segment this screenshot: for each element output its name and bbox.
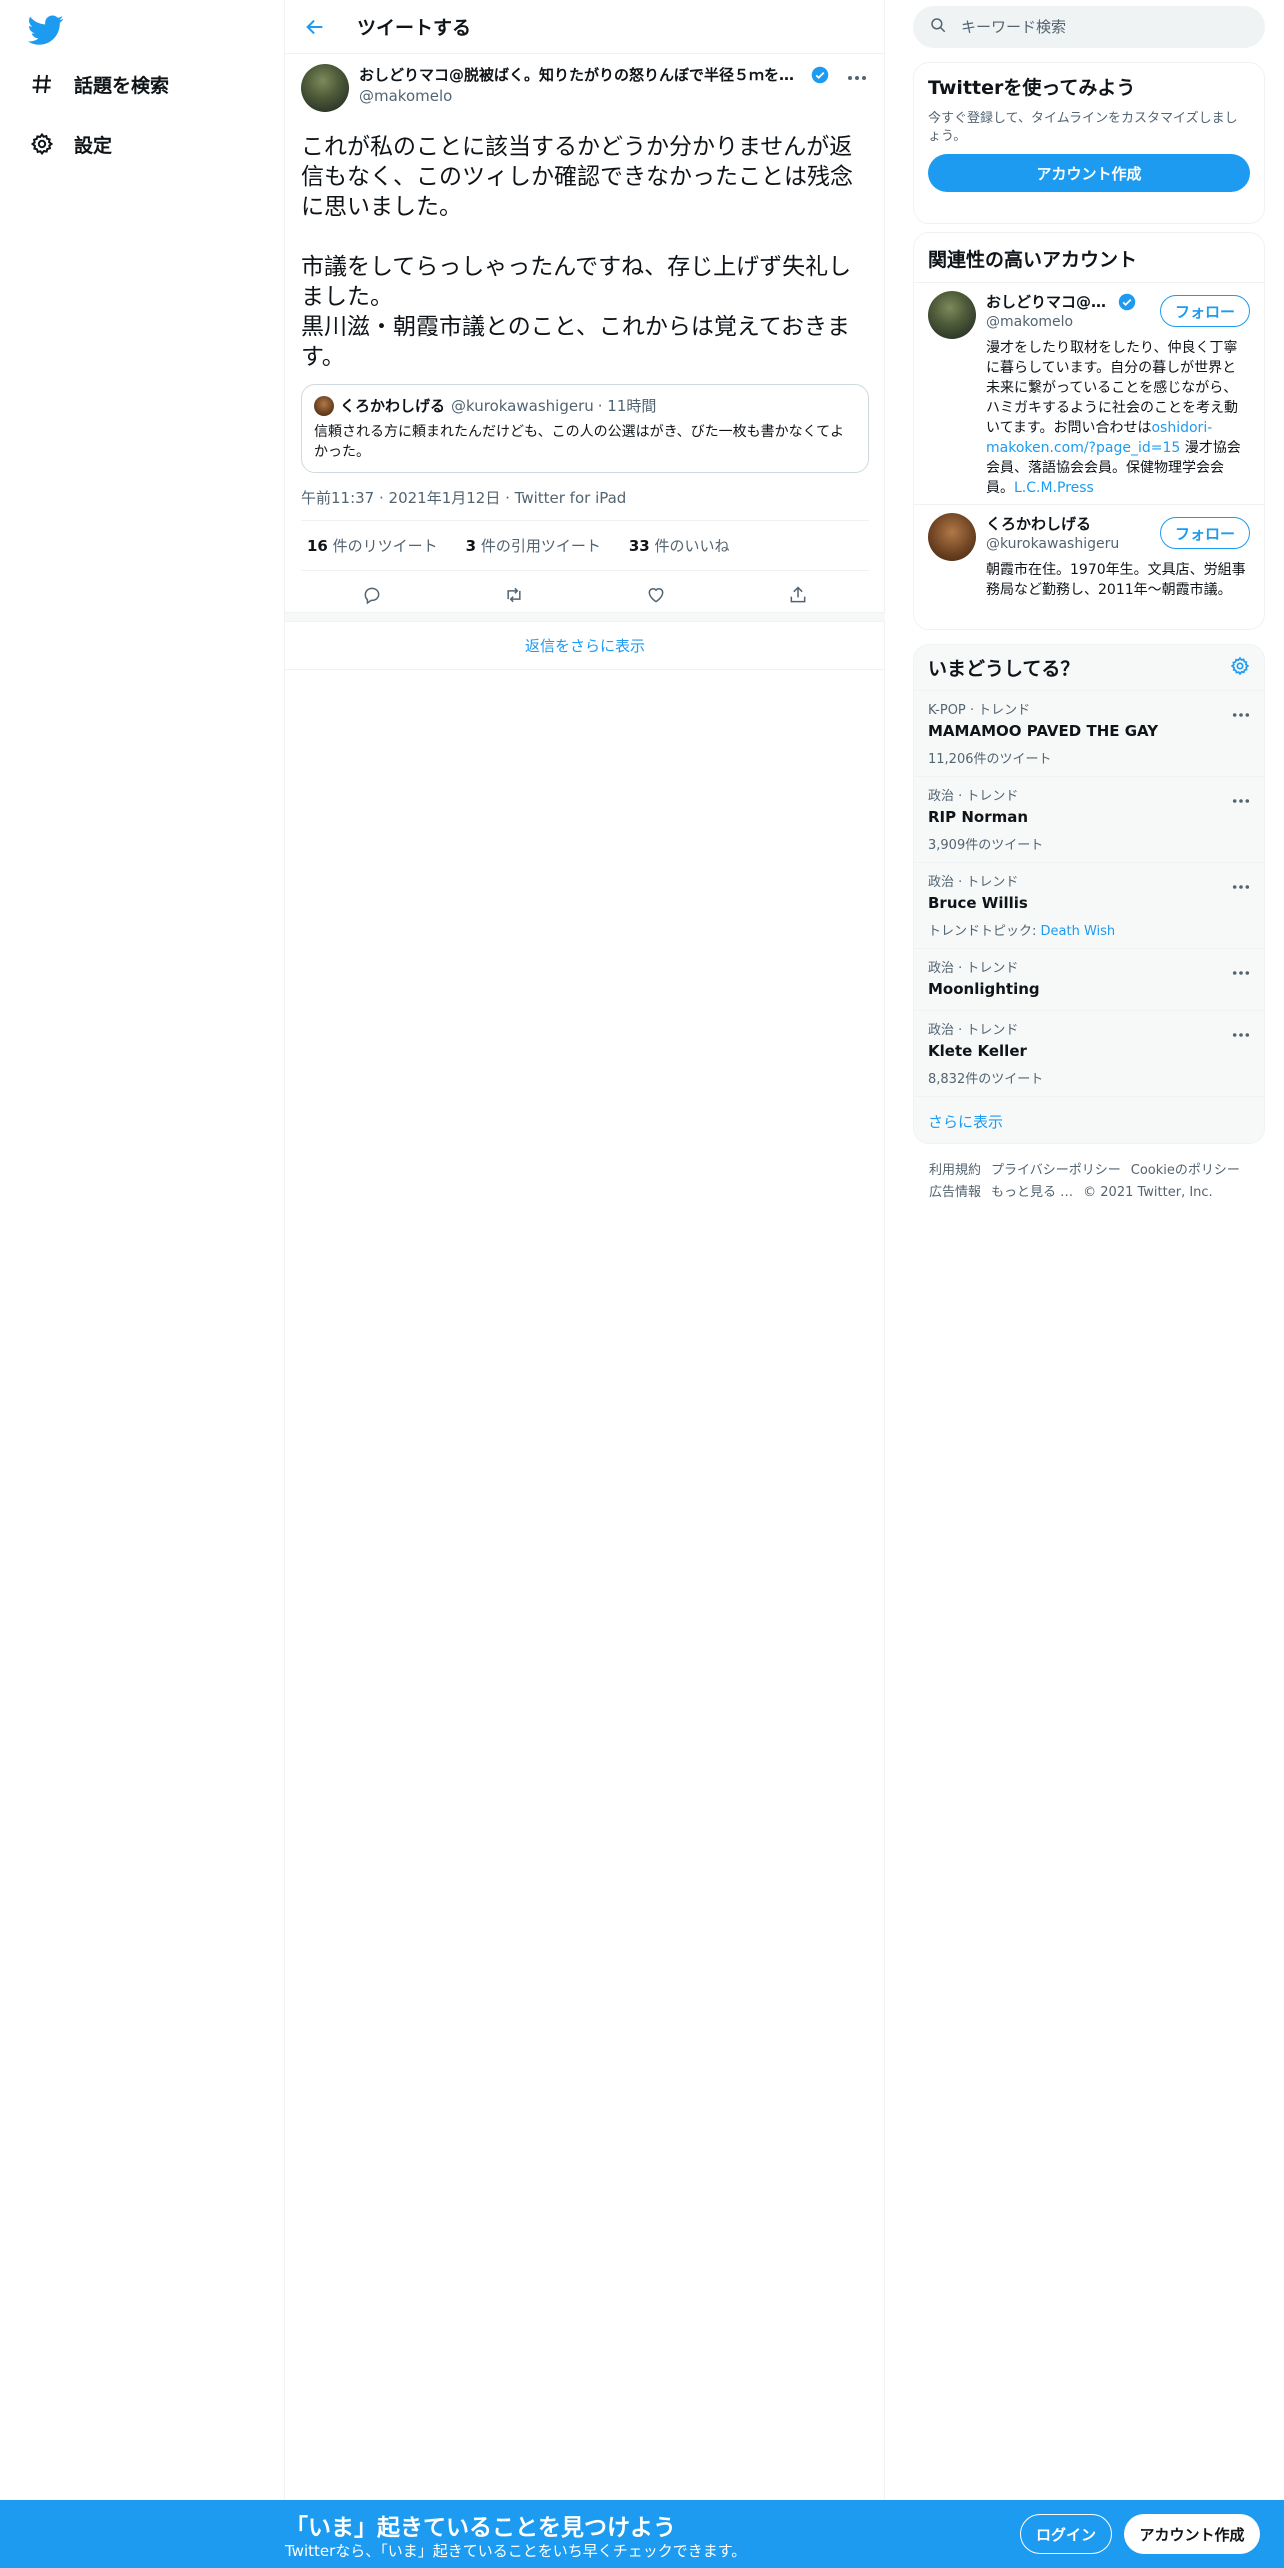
trend-count: 3,909件のツイート: [928, 838, 1044, 853]
quoted-tweet[interactable]: くろかわしげる @kurokawashigeru · 11時間 信頼される方に頼…: [301, 384, 869, 473]
account-name[interactable]: おしどりマコ@脱…: [986, 291, 1114, 312]
related-account[interactable]: くろかわしげる @kurokawashigeru 朝霞市在住。1970年生。文具…: [914, 505, 1264, 627]
quote-avatar: [314, 395, 334, 416]
tweet-author: おしどりマコ@脱被ばく。知りたがりの怒りんぼで半径５ｍを変… @makomelo: [301, 64, 869, 116]
related-title: 関連性の高いアカウント: [914, 233, 1264, 283]
signup-title: Twitterを使ってみよう: [928, 77, 1136, 99]
more-options-icon[interactable]: [1232, 875, 1250, 894]
login-button[interactable]: ログイン: [1020, 2514, 1112, 2554]
trends-card: いまどうしてる？ K-POP · トレンド MAMAMOO PAVED THE …: [913, 644, 1265, 1144]
nav-settings[interactable]: 設定: [28, 124, 112, 164]
avatar[interactable]: [928, 291, 976, 339]
trend-item[interactable]: 政治 · トレンド Moonlighting: [914, 949, 1264, 1011]
quote-author-handle: @kurokawashigeru: [451, 396, 594, 415]
trend-item[interactable]: 政治 · トレンド RIP Norman 3,909件のツイート: [914, 777, 1264, 863]
divider: [285, 612, 885, 622]
trend-name: Moonlighting: [928, 980, 1040, 998]
more-options-icon[interactable]: [1232, 961, 1250, 980]
trend-context: 政治 · トレンド: [928, 1023, 1019, 1038]
quote-time: · 11時間: [597, 397, 657, 415]
signup-card: Twitterを使ってみよう 今すぐ登録して、タイムラインをカスタマイズしましょ…: [913, 62, 1265, 224]
footer-link[interactable]: 広告情報: [929, 1185, 981, 1200]
trend-count: 8,832件のツイート: [928, 1072, 1044, 1087]
related-accounts-card: 関連性の高いアカウント おしどりマコ@脱… @makomelo 漫才をしたり取材…: [913, 232, 1265, 630]
author-name[interactable]: おしどりマコ@脱被ばく。知りたがりの怒りんぼで半径５ｍを変…: [359, 64, 807, 85]
bio-link[interactable]: L.C.M.Press: [1014, 480, 1094, 496]
bottom-bar-subtitle: Twitterなら、「いま」起きていることをいち早くチェックできます。: [285, 2542, 747, 2560]
like-count[interactable]: 33 件のいいね: [629, 535, 730, 556]
author-handle[interactable]: @makomelo: [359, 87, 829, 105]
more-options-icon[interactable]: [1232, 703, 1250, 722]
quote-author-name: くろかわしげる: [340, 397, 446, 415]
trend-count: 11,206件のツイート: [928, 752, 1052, 767]
footer-link[interactable]: もっと見る …: [991, 1185, 1073, 1200]
footer-links: 利用規約 プライバシーポリシー Cookieのポリシー 広告情報 もっと見る … © 2…: [929, 1160, 1259, 1204]
related-account[interactable]: おしどりマコ@脱… @makomelo 漫才をしたり取材をしたり、仲良く丁寧に暮…: [914, 283, 1264, 505]
tweet-detail: おしどりマコ@脱被ばく。知りたがりの怒りんぼで半径５ｍを変… @makomelo…: [285, 54, 885, 619]
retweet-icon[interactable]: [496, 577, 532, 613]
tweet-text: これが私のことに該当するかどうか分かりませんが返信もなく、このツィしか確認できな…: [301, 134, 853, 370]
footer-link[interactable]: 利用規約: [929, 1163, 981, 1178]
trend-context: 政治 · トレンド: [928, 875, 1019, 890]
trend-item[interactable]: K-POP · トレンド MAMAMOO PAVED THE GAY 11,20…: [914, 691, 1264, 777]
account-bio: 朝霞市在住。1970年生。文具店、労組事務局など勤務し、2011年～朝霞市議。: [986, 562, 1246, 598]
settings-gear-icon[interactable]: [1230, 656, 1250, 680]
account-bio: 漫才をしたり取材をしたり、仲良く丁寧に暮らしています。自分の暮しが世界と未来に繋…: [986, 340, 1241, 496]
signup-button[interactable]: アカウント作成: [1124, 2514, 1260, 2554]
search-icon: [929, 16, 947, 38]
search-box[interactable]: [913, 6, 1265, 48]
back-arrow-icon[interactable]: [297, 9, 333, 45]
like-icon[interactable]: [638, 577, 674, 613]
trend-name: MAMAMOO PAVED THE GAY: [928, 722, 1159, 740]
share-icon[interactable]: [780, 577, 816, 613]
trends-title: いまどうしてる？: [928, 658, 1080, 680]
search-input[interactable]: [961, 18, 1241, 36]
create-account-button[interactable]: アカウント作成: [928, 154, 1250, 192]
trend-name: Klete Keller: [928, 1042, 1027, 1060]
tweet-timestamp[interactable]: 午前11:37 · 2021年1月12日 · Twitter for iPad: [301, 487, 869, 521]
trend-topic-link[interactable]: Death Wish: [1041, 924, 1116, 939]
trends-show-more-link[interactable]: さらに表示: [914, 1097, 1264, 1143]
more-options-icon[interactable]: [1232, 1023, 1250, 1042]
trend-name: RIP Norman: [928, 808, 1029, 826]
signup-subtitle: 今すぐ登録して、タイムラインをカスタマイズしましょう。: [928, 111, 1238, 144]
avatar[interactable]: [928, 513, 976, 561]
trend-context: K-POP · トレンド: [928, 703, 1031, 718]
gear-icon: [28, 130, 56, 158]
trend-context: 政治 · トレンド: [928, 789, 1019, 804]
main-column: ツイートする おしどりマコ@脱被ばく。知りたがりの怒りんぼで半径５ｍを変… @m…: [285, 0, 885, 2500]
verified-badge-icon: [811, 66, 829, 83]
trend-name: Bruce Willis: [928, 894, 1028, 912]
account-name[interactable]: くろかわしげる: [986, 513, 1091, 534]
quote-count[interactable]: 3 件の引用ツイート: [466, 535, 601, 556]
page-title: ツイートする: [357, 17, 472, 39]
more-options-icon[interactable]: [1232, 789, 1250, 808]
trend-item[interactable]: 政治 · トレンド Bruce Willis トレンドトピック: Death W…: [914, 863, 1264, 949]
left-nav: 話題を検索 設定: [0, 0, 285, 2500]
twitter-bird-icon[interactable]: [27, 12, 64, 48]
nav-explore-label: 話題を検索: [74, 74, 170, 97]
main-header: ツイートする: [285, 0, 885, 54]
footer-link[interactable]: プライバシーポリシー: [991, 1163, 1121, 1178]
tweet-stats: 16 件のリツイート 3 件の引用ツイート 33 件のいいね: [301, 521, 869, 571]
more-options-icon[interactable]: [845, 68, 869, 88]
reply-icon[interactable]: [354, 577, 390, 613]
avatar[interactable]: [301, 64, 349, 112]
retweet-count[interactable]: 16 件のリツイート: [307, 535, 438, 556]
bottom-signup-bar: 「いま」起きていることを見つけよう Twitterなら、「いま」起きていることを…: [0, 2500, 1284, 2568]
bottom-bar-title: 「いま」起きていることを見つけよう: [285, 2515, 676, 2541]
hashtag-icon: [28, 70, 56, 98]
trend-topic: トレンドトピック: Death Wish: [928, 924, 1116, 939]
trend-context: 政治 · トレンド: [928, 961, 1019, 976]
quote-text: 信頼される方に頼まれたんだけども、この人の公選はがき、びた一枚も書かなくてよかっ…: [314, 424, 845, 460]
show-more-replies-link[interactable]: 返信をさらに表示: [285, 622, 885, 670]
footer-link[interactable]: Cookieのポリシー: [1131, 1163, 1240, 1178]
follow-button[interactable]: フォロー: [1159, 517, 1250, 549]
nav-explore[interactable]: 話題を検索: [28, 64, 169, 104]
nav-settings-label: 設定: [74, 134, 113, 157]
trend-item[interactable]: 政治 · トレンド Klete Keller 8,832件のツイート: [914, 1011, 1264, 1097]
follow-button[interactable]: フォロー: [1159, 295, 1250, 327]
verified-badge-icon: [1118, 293, 1136, 310]
copyright: © 2021 Twitter, Inc.: [1083, 1185, 1213, 1200]
